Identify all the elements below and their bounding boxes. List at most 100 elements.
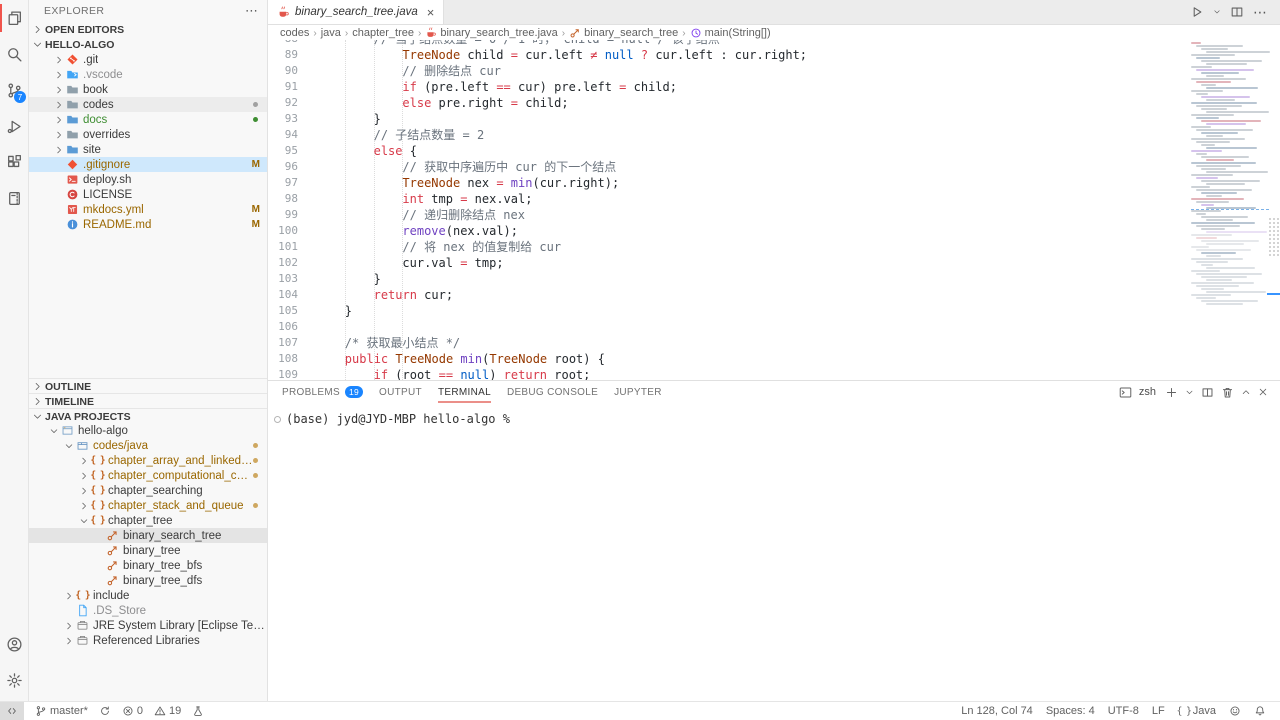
- status-branch[interactable]: master*: [35, 705, 88, 717]
- tree-item-label: codes/java: [93, 440, 148, 452]
- section-java-projects[interactable]: JAVA PROJECTS: [28, 408, 267, 424]
- tree-item-deploy-sh[interactable]: deploy.sh: [28, 172, 267, 187]
- java-tree-item-include[interactable]: { }include: [28, 588, 267, 603]
- java-tree-item-chapter-tree[interactable]: { }chapter_tree: [28, 513, 267, 528]
- problems-badge: 19: [345, 386, 363, 398]
- java-tree-item-codes-java[interactable]: codes/java: [28, 438, 267, 453]
- sidebar-more-actions[interactable]: ⋯: [245, 3, 259, 19]
- java-tree-item-chapter-stack-and-queue[interactable]: { }chapter_stack_and_queue: [28, 498, 267, 513]
- split-terminal-icon[interactable]: [1201, 386, 1214, 399]
- tree-item-codes[interactable]: codes: [28, 97, 267, 112]
- shell-label[interactable]: zsh: [1139, 386, 1156, 398]
- status-warnings[interactable]: 19: [154, 705, 181, 717]
- folder-blue-icon: [66, 143, 79, 156]
- code-line-96: 96// 获取中序遍历中 cur 的下一个结点: [268, 159, 1184, 175]
- minimap-line: [1191, 162, 1256, 164]
- java-tree-item-chapter-searching[interactable]: { }chapter_searching: [28, 483, 267, 498]
- breadcrumb-item-chapter-tree[interactable]: chapter_tree: [352, 27, 414, 39]
- java-tree-item--ds-store[interactable]: .DS_Store: [28, 603, 267, 618]
- section-open-editors[interactable]: OPEN EDITORS: [28, 22, 267, 37]
- kill-terminal-icon[interactable]: [1221, 386, 1234, 399]
- panel-tab-output[interactable]: OUTPUT: [379, 381, 422, 403]
- code-line-107: 107/* 获取最小结点 */: [268, 335, 1184, 351]
- activity-bar-item-extensions[interactable]: [0, 144, 28, 180]
- tab-binary-search-tree[interactable]: binary_search_tree.java ×: [268, 0, 444, 24]
- java-tree-item-binary-search-tree[interactable]: binary_search_tree: [28, 528, 267, 543]
- panel-tab-terminal[interactable]: TERMINAL: [438, 381, 491, 403]
- status-line-col[interactable]: Ln 128, Col 74: [961, 705, 1033, 717]
- run-button[interactable]: [1190, 5, 1204, 19]
- minimap[interactable]: [1191, 42, 1265, 310]
- java-tree-item-referenced-libraries[interactable]: Referenced Libraries: [28, 633, 267, 648]
- status-eol[interactable]: LF: [1152, 705, 1165, 717]
- line-number: 99: [268, 207, 310, 223]
- activity-bar-item-source-control[interactable]: 7: [0, 72, 28, 108]
- status-notifications[interactable]: [1254, 705, 1266, 717]
- tree-item--vscode[interactable]: .vscode: [28, 67, 267, 82]
- line-number: 100: [268, 223, 310, 239]
- sidebar-header: EXPLORER ⋯: [28, 0, 267, 22]
- panel-tab-debug-console[interactable]: DEBUG CONSOLE: [507, 381, 598, 403]
- close-panel-icon[interactable]: [1258, 387, 1268, 397]
- java-tree-item-hello-algo[interactable]: hello-algo: [28, 423, 267, 438]
- tree-item-label: .gitignore: [83, 159, 130, 171]
- status-feedback[interactable]: [1229, 705, 1241, 717]
- tree-item--git[interactable]: .git: [28, 52, 267, 67]
- activity-bar-item-notebook[interactable]: [0, 180, 28, 216]
- status-errors[interactable]: 0: [122, 705, 143, 717]
- breadcrumb-item-main-string-[interactable]: main(String[]): [690, 27, 771, 39]
- activity-bar-item-account[interactable]: [0, 626, 28, 662]
- section-outline[interactable]: OUTLINE: [28, 378, 267, 394]
- status-tests[interactable]: [192, 705, 204, 717]
- tree-item-book[interactable]: book: [28, 82, 267, 97]
- breadcrumb-item-binary-search-tree-java[interactable]: binary_search_tree.java: [425, 27, 557, 39]
- java-tree-item-binary-tree[interactable]: binary_tree: [28, 543, 267, 558]
- code-token: if: [402, 80, 416, 94]
- terminal-dropdown-icon[interactable]: [1185, 388, 1194, 397]
- run-dropdown-icon[interactable]: [1213, 8, 1221, 16]
- maximize-panel-icon[interactable]: [1241, 387, 1251, 397]
- status-sync[interactable]: [99, 705, 111, 717]
- activity-bar-item-settings[interactable]: [0, 662, 28, 698]
- feedback-icon: [1229, 705, 1241, 717]
- java-tree-item-binary-tree-dfs[interactable]: binary_tree_dfs: [28, 573, 267, 588]
- panel-tab-problems[interactable]: PROBLEMS19: [282, 381, 363, 403]
- section-workspace[interactable]: HELLO-ALGO: [28, 37, 267, 52]
- status-indentation[interactable]: Spaces: 4: [1046, 705, 1095, 717]
- activity-bar-item-search[interactable]: [0, 36, 28, 72]
- java-tree-item-binary-tree-bfs[interactable]: binary_tree_bfs: [28, 558, 267, 573]
- breadcrumb-item-codes[interactable]: codes: [280, 27, 309, 39]
- terminal-output[interactable]: (base) jyd@JYD-MBP hello-algo %: [268, 403, 1280, 426]
- tree-item-overrides[interactable]: overrides: [28, 127, 267, 142]
- code-token: ): [489, 368, 503, 380]
- tab-close-icon[interactable]: ×: [427, 6, 435, 19]
- code-editor[interactable]: 88// 当子结点数量 = 0 / 1 时， child = null / 该子…: [268, 40, 1280, 380]
- code-token: child;: [518, 96, 569, 110]
- section-timeline[interactable]: TIMELINE: [28, 393, 267, 409]
- status-language-mode[interactable]: { }Java: [1178, 705, 1216, 717]
- more-actions-icon[interactable]: ⋯: [1253, 4, 1268, 21]
- tree-item-readme-md[interactable]: README.mdM: [28, 217, 267, 232]
- tree-item--gitignore[interactable]: .gitignoreM: [28, 157, 267, 172]
- minimap-line: [1191, 90, 1223, 92]
- tree-item-mkdocs-yml[interactable]: mkdocs.ymlM: [28, 202, 267, 217]
- status-remote[interactable]: [0, 702, 24, 720]
- status-encoding[interactable]: UTF-8: [1108, 705, 1139, 717]
- tree-item-docs[interactable]: docs: [28, 112, 267, 127]
- modified-dot: [253, 102, 258, 107]
- breadcrumb-item-java[interactable]: java: [321, 27, 341, 39]
- section-label: OUTLINE: [45, 381, 91, 393]
- java-tree-item-chapter-computational-complexity[interactable]: { }chapter_computational_complexity: [28, 468, 267, 483]
- new-terminal-icon[interactable]: [1165, 386, 1178, 399]
- activity-bar-item-explorer[interactable]: [0, 0, 28, 36]
- breadcrumb-item-binary-search-tree[interactable]: binary_search_tree: [569, 27, 678, 39]
- java-tree-item-jre-system-library-eclipse-temurin-17-17-[interactable]: JRE System Library [Eclipse Temurin 17 […: [28, 618, 267, 633]
- overview-ruler[interactable]: [1267, 40, 1280, 380]
- split-editor-icon[interactable]: [1230, 5, 1244, 19]
- tree-item-license[interactable]: LICENSE: [28, 187, 267, 202]
- java-tree-item-chapter-array-and-linkedlist[interactable]: { }chapter_array_and_linkedlist: [28, 453, 267, 468]
- activity-bar-item-run-debug[interactable]: [0, 108, 28, 144]
- panel-tab-jupyter[interactable]: JUPYTER: [614, 381, 662, 403]
- warning-icon: [154, 705, 166, 717]
- tree-item-site[interactable]: site: [28, 142, 267, 157]
